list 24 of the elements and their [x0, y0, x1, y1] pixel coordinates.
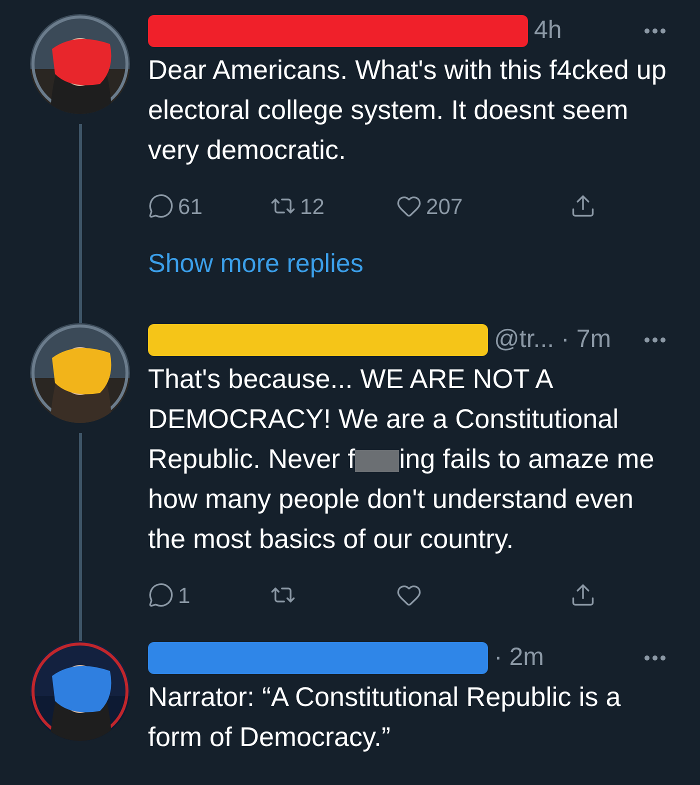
retweet-button[interactable]: 12 [270, 190, 324, 222]
reply-button[interactable]: 1 [148, 578, 190, 612]
share-icon [570, 582, 596, 608]
share-icon [570, 193, 596, 219]
share-button[interactable] [570, 193, 596, 219]
like-button[interactable]: 207 [396, 190, 463, 222]
tweet-text: That's because... WE ARE NOT A DEMOCRACY! We are a Constitutional Republic. Never f ing fails to amaze me how many people don't understand even the most basics of our country. [148, 363, 656, 556]
retweet-count: 12 [300, 192, 324, 220]
more-icon [644, 337, 666, 343]
more-icon [644, 28, 666, 34]
reply-count: 61 [178, 192, 202, 220]
tweet-meta: · 2m [494, 642, 544, 674]
like-count: 207 [426, 192, 463, 220]
more-icon [644, 655, 666, 661]
share-button[interactable] [570, 582, 596, 608]
reply-count: 1 [178, 582, 190, 610]
tweet-text: Dear Americans. What's with this f4cked up electoral college system. It doesnt seem very democratic. [148, 54, 668, 167]
tweet-meta: @tr... · 7m [494, 324, 612, 356]
reply-button[interactable]: 61 [148, 190, 202, 222]
show-more-replies-link[interactable]: Show more replies [148, 244, 678, 283]
reply-icon [148, 193, 174, 219]
tweet-text: Narrator: “A Constitutional Republic is a form of Democracy.” [148, 681, 622, 754]
reply-icon [148, 582, 174, 608]
tweet-meta: 4h [534, 15, 562, 46]
